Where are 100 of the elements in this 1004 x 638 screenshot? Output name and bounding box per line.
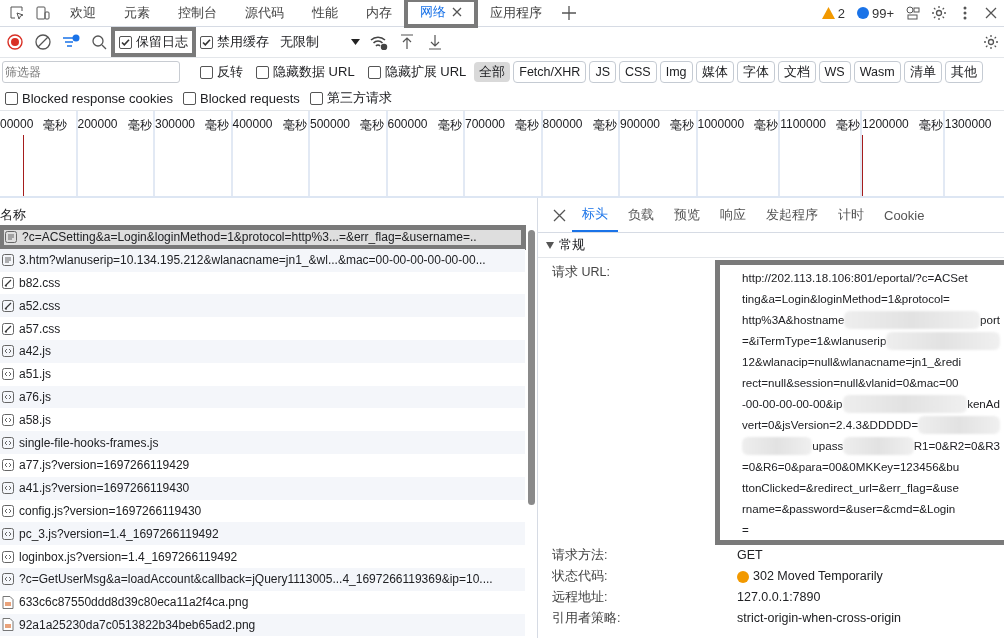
tick-unit: 毫秒 xyxy=(836,117,861,134)
type-filter-button[interactable]: Img xyxy=(659,61,693,83)
checkbox-label: 禁用缓存 xyxy=(217,33,269,51)
checkbox[interactable] xyxy=(200,65,213,79)
request-row[interactable]: ?c=GetUserMsg&a=loadAccount&callback=jQuery1113005...4_1697266119369&ip=10.... xyxy=(0,567,525,591)
code-icon xyxy=(2,345,14,358)
scrollbar-thumb[interactable] xyxy=(528,230,535,505)
panel-tab[interactable]: 内存 xyxy=(352,0,406,26)
tick-unit: 毫秒 xyxy=(437,117,462,134)
type-filter-button[interactable]: WS xyxy=(818,61,851,83)
type-filter-button[interactable]: 文档 xyxy=(777,61,816,83)
tick-label: 800000 xyxy=(542,117,583,131)
type-filter-button[interactable]: 字体 xyxy=(736,61,775,83)
image-file-icon xyxy=(2,595,14,609)
tick-label: 400000 xyxy=(232,117,273,131)
code-icon xyxy=(2,482,14,495)
detail-tab[interactable]: 计时 xyxy=(828,198,874,232)
field-label: 远程地址: xyxy=(552,589,609,606)
image-file-icon xyxy=(2,618,14,632)
code-icon xyxy=(2,413,14,426)
filter-field[interactable]: 筛选器 xyxy=(2,61,180,83)
checkbox-label: 保留日志 xyxy=(136,33,188,51)
type-filter-button[interactable]: Wasm xyxy=(853,61,901,83)
checkbox[interactable] xyxy=(5,91,18,105)
checkbox[interactable] xyxy=(183,91,197,105)
tick-unit: 毫秒 xyxy=(205,117,230,134)
panel-tab[interactable]: 应用程序 xyxy=(476,0,556,26)
tick-label: 700000 xyxy=(465,117,506,131)
throttling-select[interactable]: 无限制 xyxy=(276,31,364,53)
request-row[interactable]: 3.htm?wlanuserip=10.134.195.212&wlanacname=jn1_&wl...&mac=00-00-00-00-00-00... xyxy=(0,248,525,272)
request-row[interactable]: a41.js?version=1697266119430 xyxy=(0,476,525,500)
detail-tab[interactable]: Cookie xyxy=(874,198,935,232)
timeline-marker xyxy=(862,135,863,196)
request-row[interactable]: single-file-hooks-frames.js xyxy=(0,431,525,454)
tick-unit: 毫秒 xyxy=(754,117,779,134)
detail-tab[interactable]: 负载 xyxy=(618,198,664,232)
tick-unit: 毫秒 xyxy=(670,117,695,134)
request-row[interactable]: a52.css xyxy=(0,294,525,318)
detail-tab[interactable]: 标头 xyxy=(572,198,618,232)
message-count[interactable]: 99+ xyxy=(850,5,900,21)
warning-icon xyxy=(821,7,835,19)
type-filter-button[interactable]: 其他 xyxy=(944,61,983,83)
tick-label: 200000 xyxy=(77,117,118,131)
code-icon xyxy=(2,459,14,472)
panel-tab[interactable]: 元素 xyxy=(110,0,164,26)
panel-tab[interactable]: 源代码 xyxy=(231,0,298,26)
tick-unit: 毫秒 xyxy=(282,117,307,134)
panel-tab[interactable]: 性能 xyxy=(298,0,352,26)
type-filter-button[interactable]: Fetch/XHR xyxy=(513,61,587,83)
tick-unit: 毫秒 xyxy=(127,117,152,134)
tick-unit: 毫秒 xyxy=(43,117,68,134)
document-icon xyxy=(2,254,14,267)
detail-tab[interactable]: 发起程序 xyxy=(756,198,828,232)
checkbox[interactable] xyxy=(309,91,323,105)
checkbox[interactable] xyxy=(367,65,381,79)
panel-tab[interactable]: 网络 xyxy=(406,0,476,26)
field-value: GET xyxy=(737,547,764,564)
field-label: 状态代码: xyxy=(552,568,609,585)
type-filter-button[interactable]: 媒体 xyxy=(695,61,734,83)
checkbox[interactable] xyxy=(200,35,213,49)
checkbox[interactable] xyxy=(119,35,132,49)
tick-label: 1200000 xyxy=(862,117,909,131)
checkbox-label: Blocked requests xyxy=(200,90,300,106)
code-icon xyxy=(2,527,14,540)
type-filter-button[interactable]: 全部 xyxy=(474,62,511,82)
timeline-marker xyxy=(23,135,24,196)
detail-tab[interactable]: 响应 xyxy=(710,198,756,232)
checkbox-label: 隐藏扩展 URL xyxy=(384,63,467,81)
tick-label: 500000 xyxy=(310,117,351,131)
warning-count[interactable]: 2 xyxy=(815,5,851,21)
tick-unit: 毫秒 xyxy=(918,117,943,134)
request-row[interactable]: 92a1a25230da7c0513822b34beb65ad2.png xyxy=(0,613,525,637)
type-filter-button[interactable]: 清单 xyxy=(903,61,942,83)
column-header[interactable]: 名称 xyxy=(0,206,26,224)
checkbox-label: 隐藏数据 URL xyxy=(273,63,355,81)
code-icon xyxy=(2,368,14,381)
request-row[interactable]: ?c=ACSetting&a=Login&loginMethod=1&protocol=http%3...=&err_flag=&username=.. xyxy=(0,226,525,249)
detail-tab[interactable]: 预览 xyxy=(664,198,710,232)
code-icon xyxy=(2,390,14,403)
triangle-icon xyxy=(546,241,554,249)
tick-label: 300000 xyxy=(155,117,196,131)
section-header[interactable]: 常规 xyxy=(538,233,1004,258)
panel-tab[interactable]: 欢迎 xyxy=(56,0,110,26)
checkbox-label: 第三方请求 xyxy=(326,89,392,107)
field-value: 127.0.0.1:7890 xyxy=(737,589,822,606)
panel-tab[interactable]: 控制台 xyxy=(164,0,231,26)
request-row[interactable]: a42.js xyxy=(0,340,525,363)
tick-unit: 毫秒 xyxy=(515,117,540,134)
request-row[interactable]: a76.js xyxy=(0,385,525,409)
checkbox[interactable] xyxy=(256,65,269,79)
request-row[interactable]: pc_3.js?version=1.4_1697266119492 xyxy=(0,522,525,546)
code-icon xyxy=(2,550,14,563)
close-icon[interactable] xyxy=(452,7,462,17)
field-label: 请求方法: xyxy=(552,547,609,564)
type-filter-button[interactable]: CSS xyxy=(619,61,657,83)
tick-label: 1100000 xyxy=(780,117,827,131)
stylesheet-icon xyxy=(2,322,14,335)
type-filter-button[interactable]: JS xyxy=(589,61,616,83)
tick-label: 900000 xyxy=(620,117,661,131)
url-value: http://202.113.18.106:801/eportal/?c=ACSet ting&a=Login&loginMethod=1&protocol= http%3A&hostname port =&iTermType=1&wlanuserip 12&wlanacip=null&wlanacname=jn1_&redi rect=null&session=null&vlanid=0&mac=00 -00-00-00-00-00&ip kenAd vert=0&jsVersion=2.4.3&DDDDD= upass R1=0&R2=0&R3 =0&R6=0&para=00&0MKKey=123456&bu ttonClicked=&redirect_url=&err_flag=&use rname=&password=&user=&cmd=&Login = xyxy=(715,260,1004,545)
